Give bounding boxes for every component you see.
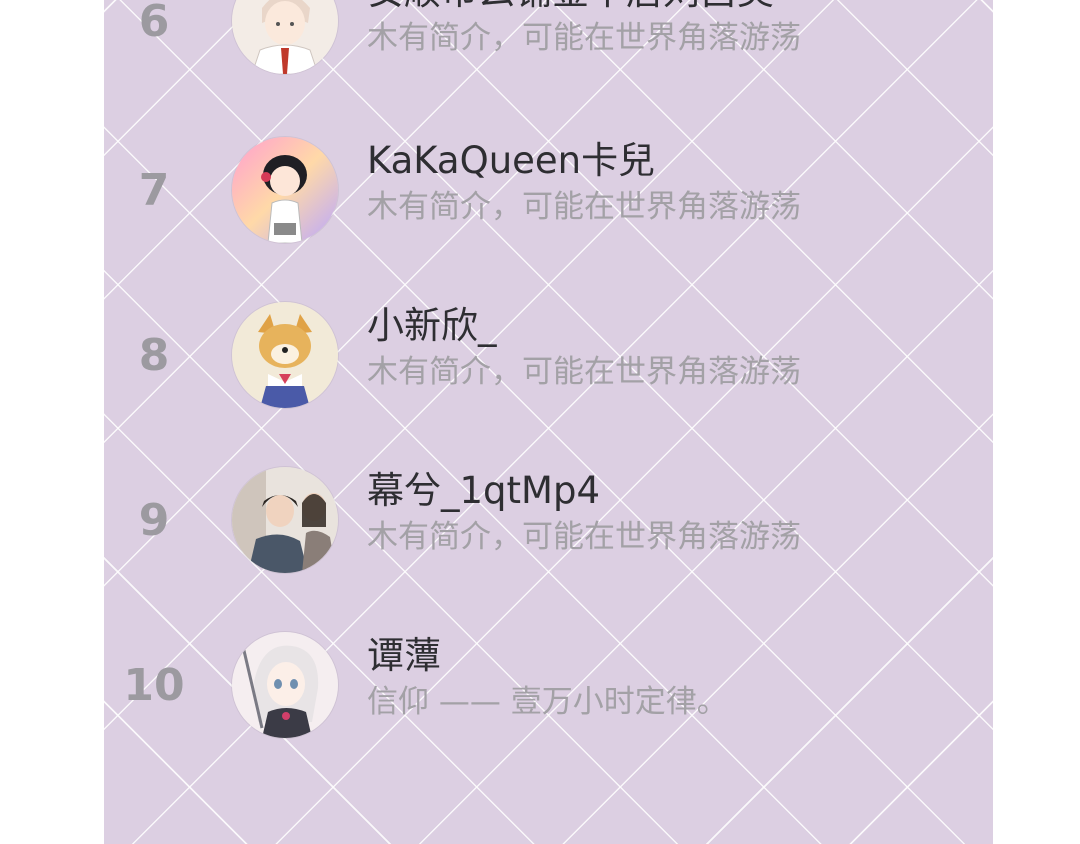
user-bio: 木有简介，可能在世界角落游荡 [367,354,801,390]
ranking-row-10[interactable]: 10 谭藫 信仰 —— 壹万小时定律。 [104,626,993,746]
rank-number: 9 [138,495,170,546]
ranking-row-6[interactable]: 6 安顺市么铺金平居刘吕美 木有简介，可能在世界角落游荡 [104,0,993,82]
rank-number: 6 [138,0,170,47]
ranking-row-8[interactable]: 8 小新欣_ 木有简介，可能在世界角落游荡 [104,296,993,416]
anime-boy-avatar-icon[interactable] [232,0,338,74]
rank-number: 7 [138,165,170,216]
rank-number: 8 [138,330,170,381]
user-bio: 木有简介，可能在世界角落游荡 [367,20,801,56]
user-name[interactable]: 幕兮_1qtMp4 [367,469,600,513]
ranking-row-9[interactable]: 9 幕兮_1qtMp4 木有简介，可能在世界角落游荡 [104,461,993,581]
ranking-row-7[interactable]: 7 KaKaQueen卡兒 木有简介，可能在世界角落游荡 [104,131,993,251]
photo-avatar-icon[interactable] [232,467,338,573]
anime-girl-avatar-icon[interactable] [232,632,338,738]
user-name[interactable]: KaKaQueen卡兒 [367,139,655,183]
user-name[interactable]: 谭藫 [367,634,441,678]
user-name[interactable]: 小新欣_ [367,304,497,348]
user-bio: 信仰 —— 壹万小时定律。 [367,684,728,720]
user-bio: 木有简介，可能在世界角落游荡 [367,189,801,225]
user-bio: 木有简介，可能在世界角落游荡 [367,519,801,555]
ranking-panel: 6 安顺市么铺金平居刘吕美 木有简介，可能在世界角落游荡 7 [104,0,993,844]
shiba-dog-avatar-icon[interactable] [232,302,338,408]
cartoon-girl-avatar-icon[interactable] [232,137,338,243]
user-name[interactable]: 安顺市么铺金平居刘吕美 [367,0,774,14]
rank-number: 10 [123,660,185,711]
